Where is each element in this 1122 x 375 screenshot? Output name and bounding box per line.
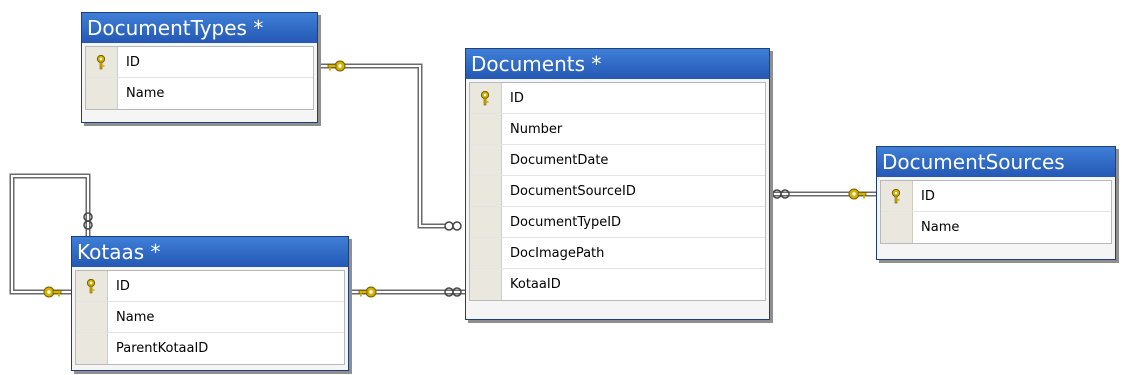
relationship-documenttypes-documents[interactable] (318, 60, 462, 231)
column-row-kotaaid[interactable]: KotaaID (470, 269, 765, 300)
table-title[interactable]: Kotaas * (72, 237, 348, 267)
column-row-name[interactable]: Name (86, 78, 313, 109)
table-documentsources[interactable]: DocumentSources ID Name (876, 146, 1116, 260)
column-list: ID Number DocumentDate DocumentSourceID … (469, 82, 766, 301)
diagram-canvas: DocumentTypes * ID Name Documents * ID N… (0, 0, 1122, 375)
column-name: ID (921, 189, 935, 204)
row-selector[interactable] (470, 207, 502, 237)
primary-key-icon (86, 279, 96, 294)
row-selector[interactable] (86, 47, 118, 77)
column-row-name[interactable]: Name (76, 302, 344, 333)
column-row-name[interactable]: Name (881, 212, 1111, 243)
primary-key-icon (891, 189, 901, 204)
column-name: DocumentSourceID (510, 184, 636, 199)
column-name: DocumentTypeID (510, 215, 622, 230)
column-name: Name (116, 310, 155, 325)
column-row-id[interactable]: ID (470, 83, 765, 114)
table-title[interactable]: DocumentSources (877, 147, 1115, 177)
row-selector[interactable] (470, 238, 502, 268)
row-selector[interactable] (76, 302, 108, 332)
column-name: Name (126, 86, 165, 101)
table-title[interactable]: Documents * (466, 49, 769, 79)
primary-key-icon (480, 91, 490, 106)
column-name: ID (126, 55, 140, 70)
row-selector[interactable] (470, 269, 502, 300)
row-selector[interactable] (86, 78, 118, 109)
table-documenttypes[interactable]: DocumentTypes * ID Name (81, 12, 318, 123)
column-row-number[interactable]: Number (470, 114, 765, 145)
table-documents[interactable]: Documents * ID Number DocumentDate Docum… (465, 48, 770, 320)
row-selector[interactable] (76, 333, 108, 364)
row-selector[interactable] (470, 114, 502, 144)
relationship-kotaas-documents[interactable] (350, 286, 465, 298)
column-list: ID Name (880, 180, 1112, 244)
row-selector[interactable] (470, 83, 502, 113)
many-end-infinity-icon (444, 221, 462, 231)
column-row-documentdate[interactable]: DocumentDate (470, 145, 765, 176)
column-name: DocImagePath (510, 246, 605, 261)
column-row-documenttypeid[interactable]: DocumentTypeID (470, 207, 765, 238)
one-end-key-icon (43, 286, 62, 298)
column-row-documentsourceid[interactable]: DocumentSourceID (470, 176, 765, 207)
column-name: Number (510, 122, 563, 137)
column-name: Name (921, 220, 960, 235)
row-selector[interactable] (881, 212, 913, 243)
one-end-key-icon (358, 286, 377, 298)
table-kotaas[interactable]: Kotaas * ID Name ParentKotaaID (71, 236, 349, 371)
one-end-key-icon (848, 188, 867, 200)
column-name: ID (116, 279, 130, 294)
column-row-id[interactable]: ID (76, 271, 344, 302)
primary-key-icon (96, 55, 106, 70)
column-row-parentkotaaid[interactable]: ParentKotaaID (76, 333, 344, 364)
column-name: KotaaID (510, 277, 561, 292)
column-name: DocumentDate (510, 153, 609, 168)
row-selector[interactable] (881, 181, 913, 211)
column-list: ID Name (85, 46, 314, 110)
row-selector[interactable] (470, 176, 502, 206)
column-row-docimagepath[interactable]: DocImagePath (470, 238, 765, 269)
column-list: ID Name ParentKotaaID (75, 270, 345, 365)
row-selector[interactable] (470, 145, 502, 175)
relationship-documentsources-documents[interactable] (770, 188, 876, 200)
column-name: ParentKotaaID (116, 341, 209, 356)
column-row-id[interactable]: ID (86, 47, 313, 78)
column-name: ID (510, 91, 524, 106)
column-row-id[interactable]: ID (881, 181, 1111, 212)
row-selector[interactable] (76, 271, 108, 301)
one-end-key-icon (327, 60, 346, 72)
table-title[interactable]: DocumentTypes * (82, 13, 317, 43)
